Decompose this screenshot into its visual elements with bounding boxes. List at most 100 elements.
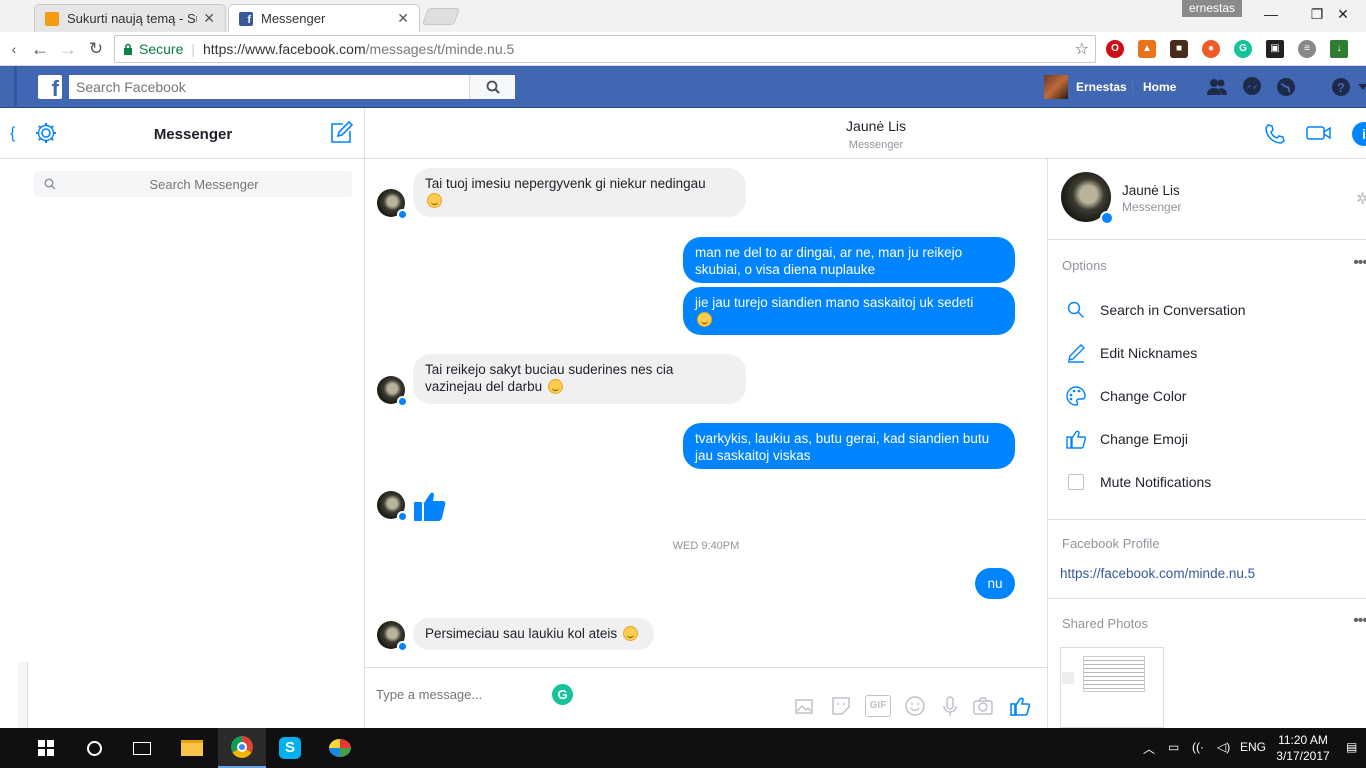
message-bubble[interactable]: Persimeciau sau laukiu kol ateis — [413, 618, 654, 650]
reload-button[interactable]: ↻ — [84, 37, 108, 61]
option-edit-nicknames[interactable]: Edit Nicknames — [1048, 331, 1366, 374]
settings-gear-icon[interactable]: ✲ — [1356, 189, 1366, 209]
tab-messenger[interactable]: f Messenger ✕ — [228, 4, 420, 32]
blocker-extension-icon[interactable]: ▣ — [1266, 40, 1284, 58]
side-arrow-icon[interactable]: ‹ — [2, 37, 26, 61]
new-tab-button[interactable] — [421, 8, 461, 25]
opera-extension-icon[interactable]: O — [1106, 40, 1124, 58]
clock[interactable]: 11:20 AM 3/17/2017 — [1268, 732, 1338, 764]
search-icon — [486, 80, 500, 94]
new-message-icon[interactable] — [329, 121, 353, 145]
messenger-badge-icon — [397, 511, 408, 522]
search-button[interactable] — [70, 728, 118, 768]
caret-down-icon[interactable] — [1358, 84, 1366, 90]
contact-name[interactable]: Jaunė Lis — [1122, 183, 1180, 198]
more-options-icon[interactable]: ••• — [1353, 612, 1366, 630]
download-extension-icon[interactable]: ↓ — [1330, 40, 1348, 58]
like-thumbs-up-icon[interactable] — [1009, 695, 1031, 717]
grammarly-extension-icon[interactable]: G — [1234, 40, 1252, 58]
stack-extension-icon[interactable]: ≡ — [1298, 40, 1316, 58]
minimize-button[interactable]: — — [1248, 2, 1294, 26]
facebook-search-input[interactable] — [69, 75, 469, 99]
close-window-button[interactable]: ✕ — [1320, 2, 1366, 26]
tab-sukurti[interactable]: Sukurti naują temą - Sup ✕ — [34, 4, 226, 32]
profile-label: Facebook Profile — [1062, 536, 1160, 551]
paint-taskbar-button[interactable] — [316, 728, 364, 768]
gif-icon[interactable]: GIF — [865, 695, 891, 717]
contact-avatar[interactable] — [377, 621, 408, 652]
flame-extension-icon[interactable]: ● — [1202, 40, 1220, 58]
option-label: Mute Notifications — [1100, 473, 1212, 490]
phone-call-icon[interactable] — [1263, 122, 1287, 146]
option-search-in-conversation[interactable]: Search in Conversation — [1048, 288, 1366, 331]
fire-extension-icon[interactable]: ▲ — [1138, 40, 1156, 58]
clock-time: 11:20 AM — [1278, 733, 1328, 747]
chrome-taskbar-button[interactable] — [218, 728, 266, 768]
message-bubble[interactable]: jie jau turejo siandien mano saskaitoj u… — [683, 287, 1015, 335]
shared-photo-thumbnail[interactable] — [1060, 647, 1164, 728]
contact-name[interactable]: Jaunė Lis — [365, 118, 1366, 134]
search-icon — [44, 178, 56, 190]
option-change-color[interactable]: Change Color — [1048, 374, 1366, 417]
skype-taskbar-button[interactable]: S — [266, 728, 314, 768]
photo-icon[interactable] — [793, 695, 815, 717]
grammarly-icon[interactable]: G — [552, 684, 573, 705]
wifi-icon[interactable]: ((· — [1192, 740, 1204, 754]
thumbs-up-sticker-icon[interactable] — [412, 487, 448, 523]
forward-button[interactable]: → — [56, 37, 80, 61]
grin-emoji-icon — [697, 312, 712, 327]
start-button[interactable] — [22, 728, 70, 768]
contact-avatar-large[interactable] — [1061, 172, 1114, 225]
profile-link[interactable]: https://facebook.com/minde.nu.5 — [1060, 566, 1255, 581]
show-hidden-icons[interactable]: ︿ — [1143, 740, 1155, 757]
sticker-icon[interactable] — [830, 695, 852, 717]
facebook-favicon-icon: f — [239, 11, 253, 26]
options-label: Options — [1062, 258, 1107, 273]
emoji-icon[interactable] — [904, 695, 926, 717]
messenger-icon[interactable] — [1241, 76, 1263, 98]
message-input[interactable] — [376, 687, 536, 702]
contact-avatar[interactable] — [377, 376, 408, 407]
profile-link[interactable]: Ernestas — [1044, 75, 1127, 99]
forum-favicon-icon — [45, 11, 59, 26]
search-button[interactable] — [469, 75, 515, 99]
home-link[interactable]: Home — [1132, 80, 1176, 94]
video-call-icon[interactable] — [1305, 123, 1333, 143]
user-name: Ernestas — [1076, 80, 1127, 94]
url-path: /messages/t/minde.nu.5 — [365, 41, 515, 57]
action-center-icon[interactable]: ▤ — [1346, 740, 1357, 754]
facebook-logo-icon[interactable]: f — [38, 75, 62, 99]
back-button[interactable]: ← — [28, 37, 52, 61]
notifications-globe-icon[interactable] — [1275, 76, 1297, 98]
message-bubble[interactable]: Tai reikejo sakyt buciau suderines nes c… — [413, 354, 746, 404]
message-bubble[interactable]: Tai tuoj imesiu nepergyvenk gi niekur ne… — [413, 168, 746, 217]
file-explorer-button[interactable] — [168, 728, 216, 768]
close-icon[interactable]: ✕ — [397, 10, 409, 27]
hat-extension-icon[interactable]: ■ — [1170, 40, 1188, 58]
checkbox[interactable] — [1064, 470, 1088, 494]
camera-icon[interactable] — [972, 695, 994, 717]
bookmark-star-icon[interactable]: ☆ — [1075, 39, 1089, 59]
task-view-button[interactable] — [118, 728, 166, 768]
battery-icon[interactable]: ▭ — [1168, 740, 1179, 754]
close-icon[interactable]: ✕ — [203, 10, 215, 27]
option-mute-notifications[interactable]: Mute Notifications — [1048, 460, 1366, 503]
message-bubble[interactable]: tvarkykis, laukiu as, butu gerai, kad si… — [683, 423, 1015, 469]
microphone-icon[interactable] — [939, 695, 961, 717]
contact-avatar[interactable] — [377, 491, 408, 522]
more-options-icon[interactable]: ••• — [1353, 254, 1366, 272]
profile-chip[interactable]: ernestas — [1182, 0, 1242, 17]
shared-photos-label: Shared Photos — [1062, 616, 1149, 631]
contact-avatar[interactable] — [377, 189, 408, 220]
friends-icon[interactable] — [1206, 76, 1228, 98]
message-bubble[interactable]: nu — [975, 568, 1015, 599]
collapse-edge-icon[interactable]: { — [10, 125, 15, 143]
timestamp-divider: WED 9:40PM — [672, 540, 740, 552]
option-change-emoji[interactable]: Change Emoji — [1048, 417, 1366, 460]
address-bar[interactable]: Secure | https://www.facebook.com/messag… — [114, 35, 1096, 63]
messenger-search-input[interactable] — [56, 176, 352, 192]
help-icon[interactable]: ? — [1330, 76, 1352, 98]
volume-icon[interactable]: ◁) — [1217, 740, 1230, 754]
message-bubble[interactable]: man ne del to ar dingai, ar ne, man ju r… — [683, 237, 1015, 283]
language-indicator[interactable]: ENG — [1240, 740, 1266, 754]
